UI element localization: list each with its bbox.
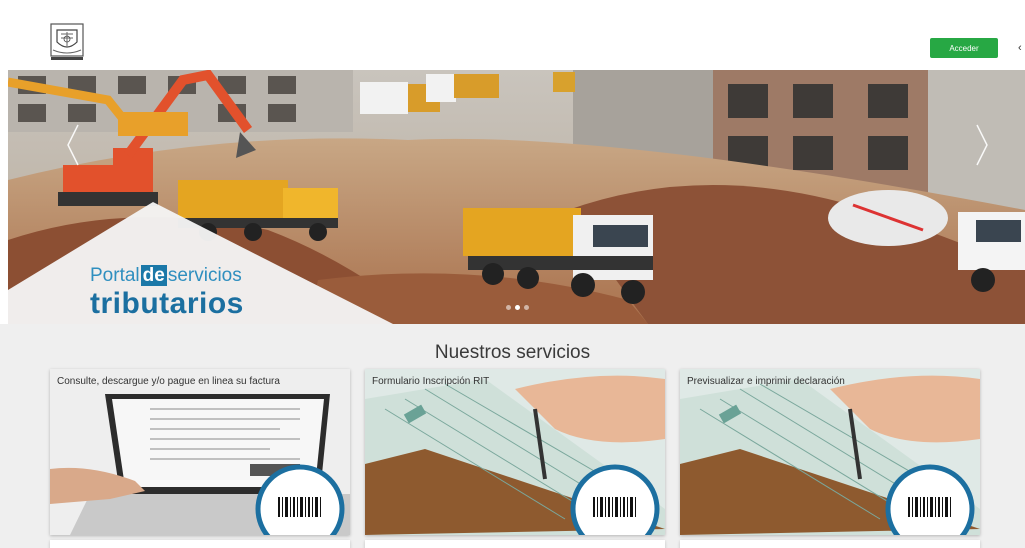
login-button[interactable]: Acceder (930, 38, 998, 58)
service-card-factura[interactable]: Consulte, descargue y/o pague en linea s… (50, 369, 350, 535)
services-title: Nuestros servicios (434, 342, 591, 363)
chevron-left-icon[interactable] (63, 120, 83, 170)
service-card-label: Formulario Inscripción RIT (372, 376, 490, 387)
service-card-declaracion[interactable]: Previsualizar e imprimir declaración (680, 369, 980, 535)
form-writing-image (680, 369, 980, 535)
form-writing-image (365, 369, 665, 535)
brand-suffix: servicios (167, 265, 242, 286)
service-card-label: Consulte, descargue y/o pague en linea s… (57, 376, 280, 387)
service-card-rit[interactable]: Formulario Inscripción RIT (365, 369, 665, 535)
brand-main: tributarios (90, 287, 244, 320)
page: Acceder ‹ Portal de servicios tributario… (0, 0, 1025, 548)
hero-carousel: Portal de servicios tributarios (8, 70, 1025, 324)
carousel-dot[interactable] (524, 305, 529, 310)
chevron-right-icon[interactable] (972, 120, 992, 170)
service-card-label: Previsualizar e imprimir declaración (687, 376, 845, 387)
services-section: Nuestros servicios Consulte, descargue y… (0, 324, 1025, 548)
portal-brand: Portal de servicios tributarios (90, 265, 244, 321)
brand-prefix: Portal (90, 265, 140, 286)
service-card-next[interactable] (680, 540, 980, 548)
service-card-next[interactable] (365, 540, 665, 548)
carousel-dot-active[interactable] (515, 305, 520, 310)
municipal-shield-logo[interactable] (47, 22, 87, 62)
chevron-left-icon[interactable]: ‹ (1018, 38, 1022, 58)
carousel-dot[interactable] (506, 305, 511, 310)
header: Acceder ‹ (0, 0, 1025, 70)
service-card-next[interactable] (50, 540, 350, 548)
laptop-invoice-image (50, 369, 350, 535)
brand-de: de (140, 265, 167, 286)
carousel-indicators (506, 305, 529, 310)
